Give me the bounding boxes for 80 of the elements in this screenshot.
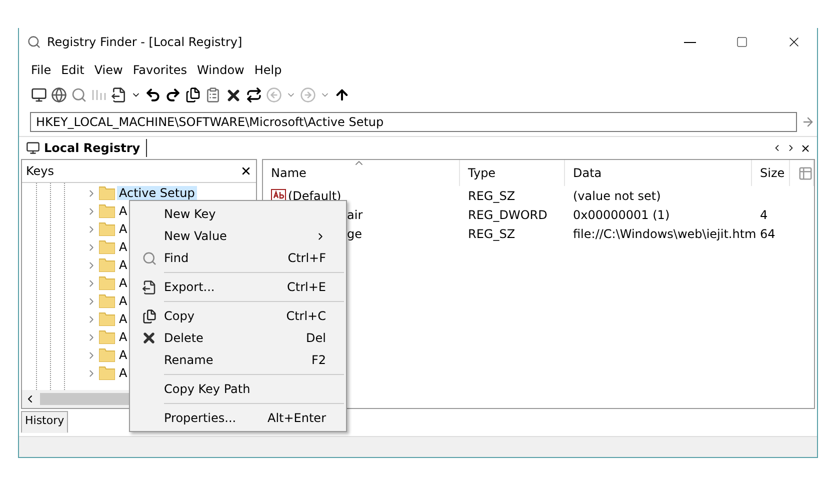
pane-title: Keys [26, 164, 54, 178]
forward-button[interactable] [300, 87, 316, 103]
menu-item[interactable]: Rename F2 [130, 349, 346, 371]
history-tab[interactable]: History [21, 411, 68, 433]
folder-icon [99, 204, 115, 218]
folder-icon [99, 258, 115, 272]
computer-button[interactable] [31, 87, 47, 103]
table-cell-text: 4 [759, 206, 769, 224]
menu-item[interactable]: Export... Ctrl+E [130, 276, 346, 298]
delete-icon [141, 330, 157, 346]
window-title: Registry Finder - [Local Registry] [47, 35, 244, 49]
folder-icon [99, 330, 115, 344]
tree-item[interactable]: A [117, 258, 130, 272]
menu-item[interactable]: Copy Key Path [130, 378, 346, 400]
columns-icon[interactable] [798, 166, 813, 180]
folder-icon [99, 186, 115, 200]
delete-button[interactable] [225, 86, 242, 104]
tree-item[interactable]: A [117, 294, 130, 308]
paste-button[interactable] [205, 87, 221, 103]
copy-icon [142, 308, 156, 324]
document-tab[interactable]: Local Registry [24, 139, 148, 157]
table-cell-text: (value not set) [572, 188, 662, 204]
folder-icon [99, 222, 115, 236]
maximize-icon [736, 36, 748, 48]
menu-item[interactable]: Find Ctrl+F [130, 247, 346, 269]
folder-icon [99, 348, 115, 362]
menu-item[interactable]: New Key [130, 203, 346, 225]
menu-item[interactable]: Delete Del [130, 327, 346, 349]
tree-item[interactable]: A [117, 330, 130, 344]
close-tab-button[interactable] [800, 142, 811, 154]
menu-item[interactable]: View [92, 63, 129, 77]
close-icon [800, 142, 811, 154]
globe-button[interactable] [51, 87, 67, 103]
refresh-button[interactable] [246, 87, 262, 103]
computer-icon [26, 141, 40, 155]
copy-button[interactable] [185, 87, 201, 103]
table-cell-text: REG_DWORD [467, 206, 548, 224]
go-button[interactable] [801, 115, 815, 129]
column-header[interactable]: Name [263, 160, 460, 186]
menu-item[interactable]: Help [252, 63, 288, 77]
column-header[interactable]: Data [565, 160, 752, 186]
table-cell-text: REG_SZ [467, 226, 516, 243]
menu-item[interactable]: Window [195, 63, 250, 77]
table-cell-text: REG_SZ [467, 188, 516, 205]
menu-item[interactable]: Favorites [130, 63, 194, 77]
table-cell-text: 0x00000001 (1) [572, 206, 671, 224]
tree-item[interactable]: A [117, 222, 130, 236]
folder-icon [99, 276, 115, 290]
undo-button[interactable] [145, 87, 161, 103]
redo-button[interactable] [165, 87, 181, 103]
menu-item[interactable]: Edit [59, 63, 90, 77]
tree-item[interactable]: A [117, 312, 130, 326]
menu-item[interactable]: Copy Ctrl+C [130, 305, 346, 327]
tree-item[interactable]: Active Setup [117, 186, 197, 200]
menu-item[interactable]: File [29, 63, 58, 77]
folder-icon [99, 312, 115, 326]
column-header[interactable]: Size [752, 160, 790, 186]
folder-icon [99, 294, 115, 308]
up-button[interactable] [334, 87, 350, 103]
search-icon [142, 250, 156, 266]
table-cell: air [347, 208, 363, 222]
export-icon [142, 280, 156, 294]
tree-item[interactable]: A [117, 276, 130, 290]
column-header[interactable]: Type [460, 160, 565, 186]
folder-icon [99, 240, 115, 254]
search-button[interactable] [71, 87, 87, 103]
table-cell: ge [347, 226, 362, 240]
menu-item[interactable]: New Value [130, 225, 346, 247]
export-button[interactable] [111, 87, 127, 103]
menu-item[interactable]: Properties... Alt+Enter [130, 407, 346, 429]
tree-item[interactable]: A [117, 366, 130, 380]
table-cell: (Default) [288, 188, 342, 202]
search-icon [27, 35, 41, 49]
address-field[interactable]: HKEY_LOCAL_MACHINE\SOFTWARE\Microsoft\Active Setup [30, 112, 797, 132]
close-button[interactable] [240, 165, 252, 177]
folder-icon [99, 366, 115, 380]
tree-item[interactable]: A [117, 204, 130, 218]
string-value-icon [271, 189, 286, 202]
tree-item[interactable]: A [117, 240, 130, 254]
tree-item[interactable]: A [117, 348, 130, 362]
